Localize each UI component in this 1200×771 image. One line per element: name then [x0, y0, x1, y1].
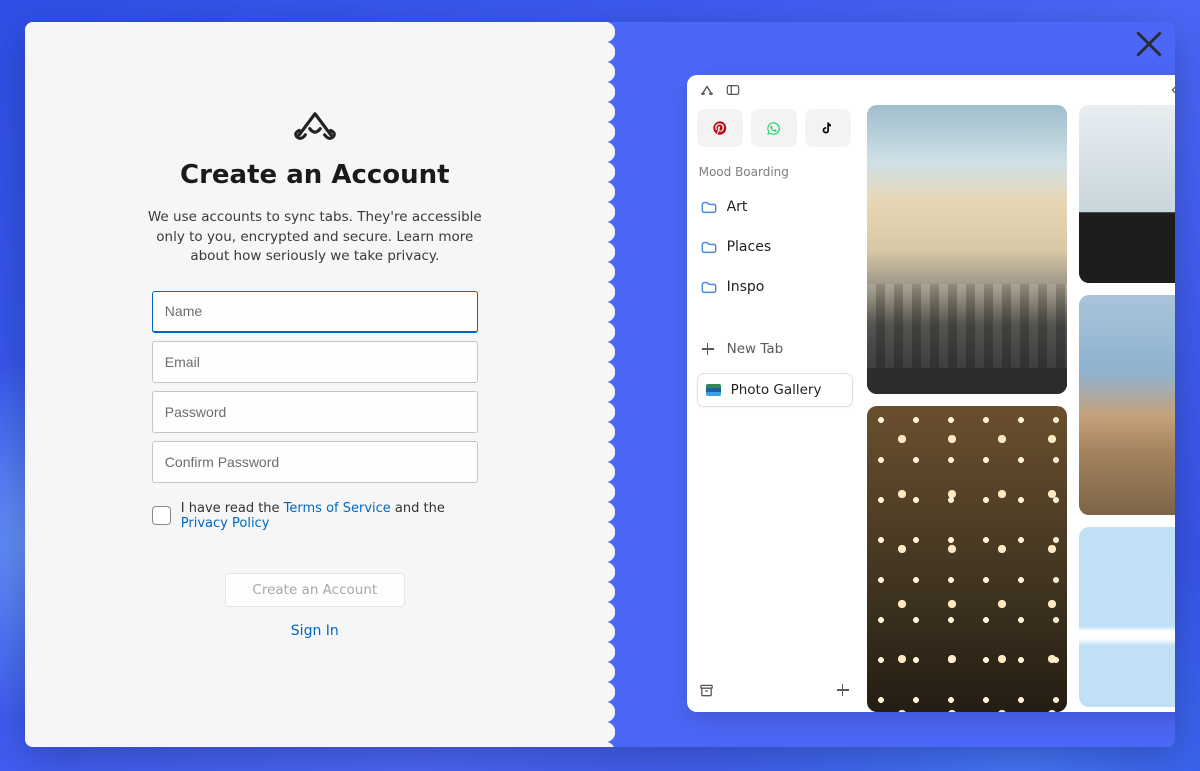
new-tab[interactable]: New Tab: [697, 333, 853, 365]
preview-panel: Mood Boarding Art Places Inspo: [605, 22, 1175, 747]
page-description: We use accounts to sync tabs. They're ac…: [135, 208, 495, 267]
folder-art[interactable]: Art: [697, 189, 853, 225]
email-field[interactable]: [152, 341, 478, 383]
archive-icon[interactable]: [699, 682, 715, 698]
confirm-password-field[interactable]: [152, 441, 478, 483]
folder-label: Inspo: [727, 279, 765, 295]
arc-logo-icon: [294, 108, 336, 144]
account-panel: Create an Account We use accounts to syn…: [25, 22, 605, 747]
desktop-wallpaper: Create an Account We use accounts to syn…: [0, 0, 1200, 771]
sidebar-toggle-icon[interactable]: [725, 82, 741, 98]
folder-icon: [701, 281, 717, 294]
pinned-pinterest[interactable]: [697, 109, 743, 147]
pinned-whatsapp[interactable]: [751, 109, 797, 147]
folder-label: Places: [727, 239, 772, 255]
preview-sidebar: Mood Boarding Art Places Inspo: [687, 105, 863, 712]
terms-checkbox[interactable]: [152, 506, 171, 525]
signup-form: I have read the Terms of Service and the…: [152, 291, 478, 531]
privacy-link[interactable]: Privacy Policy: [181, 516, 270, 531]
gallery-image[interactable]: [867, 406, 1067, 712]
tab-label: Photo Gallery: [731, 382, 822, 398]
folder-label: Art: [727, 199, 748, 215]
folder-inspo[interactable]: Inspo: [697, 269, 853, 305]
back-icon[interactable]: [1167, 82, 1175, 98]
terms-text: I have read the Terms of Service and the…: [181, 501, 478, 531]
gallery-image[interactable]: [1079, 527, 1175, 707]
folder-icon: [701, 201, 717, 214]
folder-icon: [701, 241, 717, 254]
password-field[interactable]: [152, 391, 478, 433]
onboarding-window: Create an Account We use accounts to syn…: [25, 22, 1175, 747]
terms-row: I have read the Terms of Service and the…: [152, 491, 478, 531]
sign-in-link[interactable]: Sign In: [291, 623, 339, 639]
name-field[interactable]: [152, 291, 478, 333]
new-tab-label: New Tab: [727, 341, 784, 357]
folder-places[interactable]: Places: [697, 229, 853, 265]
gallery-content: [863, 105, 1175, 712]
section-label: Mood Boarding: [697, 165, 853, 179]
pinned-tiktok[interactable]: [805, 109, 851, 147]
add-space-icon[interactable]: [835, 682, 851, 698]
gallery-image[interactable]: [1079, 295, 1175, 515]
browser-preview: Mood Boarding Art Places Inspo: [687, 75, 1175, 712]
preview-toolbar: [687, 75, 1175, 105]
plus-icon: [701, 342, 715, 356]
gallery-image[interactable]: [1079, 105, 1175, 283]
tos-link[interactable]: Terms of Service: [284, 501, 391, 516]
page-title: Create an Account: [180, 160, 450, 190]
favicon-icon: [706, 384, 721, 396]
arc-mini-logo-icon: [699, 82, 715, 98]
tab-photo-gallery[interactable]: Photo Gallery: [697, 373, 853, 407]
create-account-button[interactable]: Create an Account: [225, 573, 405, 607]
gallery-image[interactable]: [867, 105, 1067, 394]
